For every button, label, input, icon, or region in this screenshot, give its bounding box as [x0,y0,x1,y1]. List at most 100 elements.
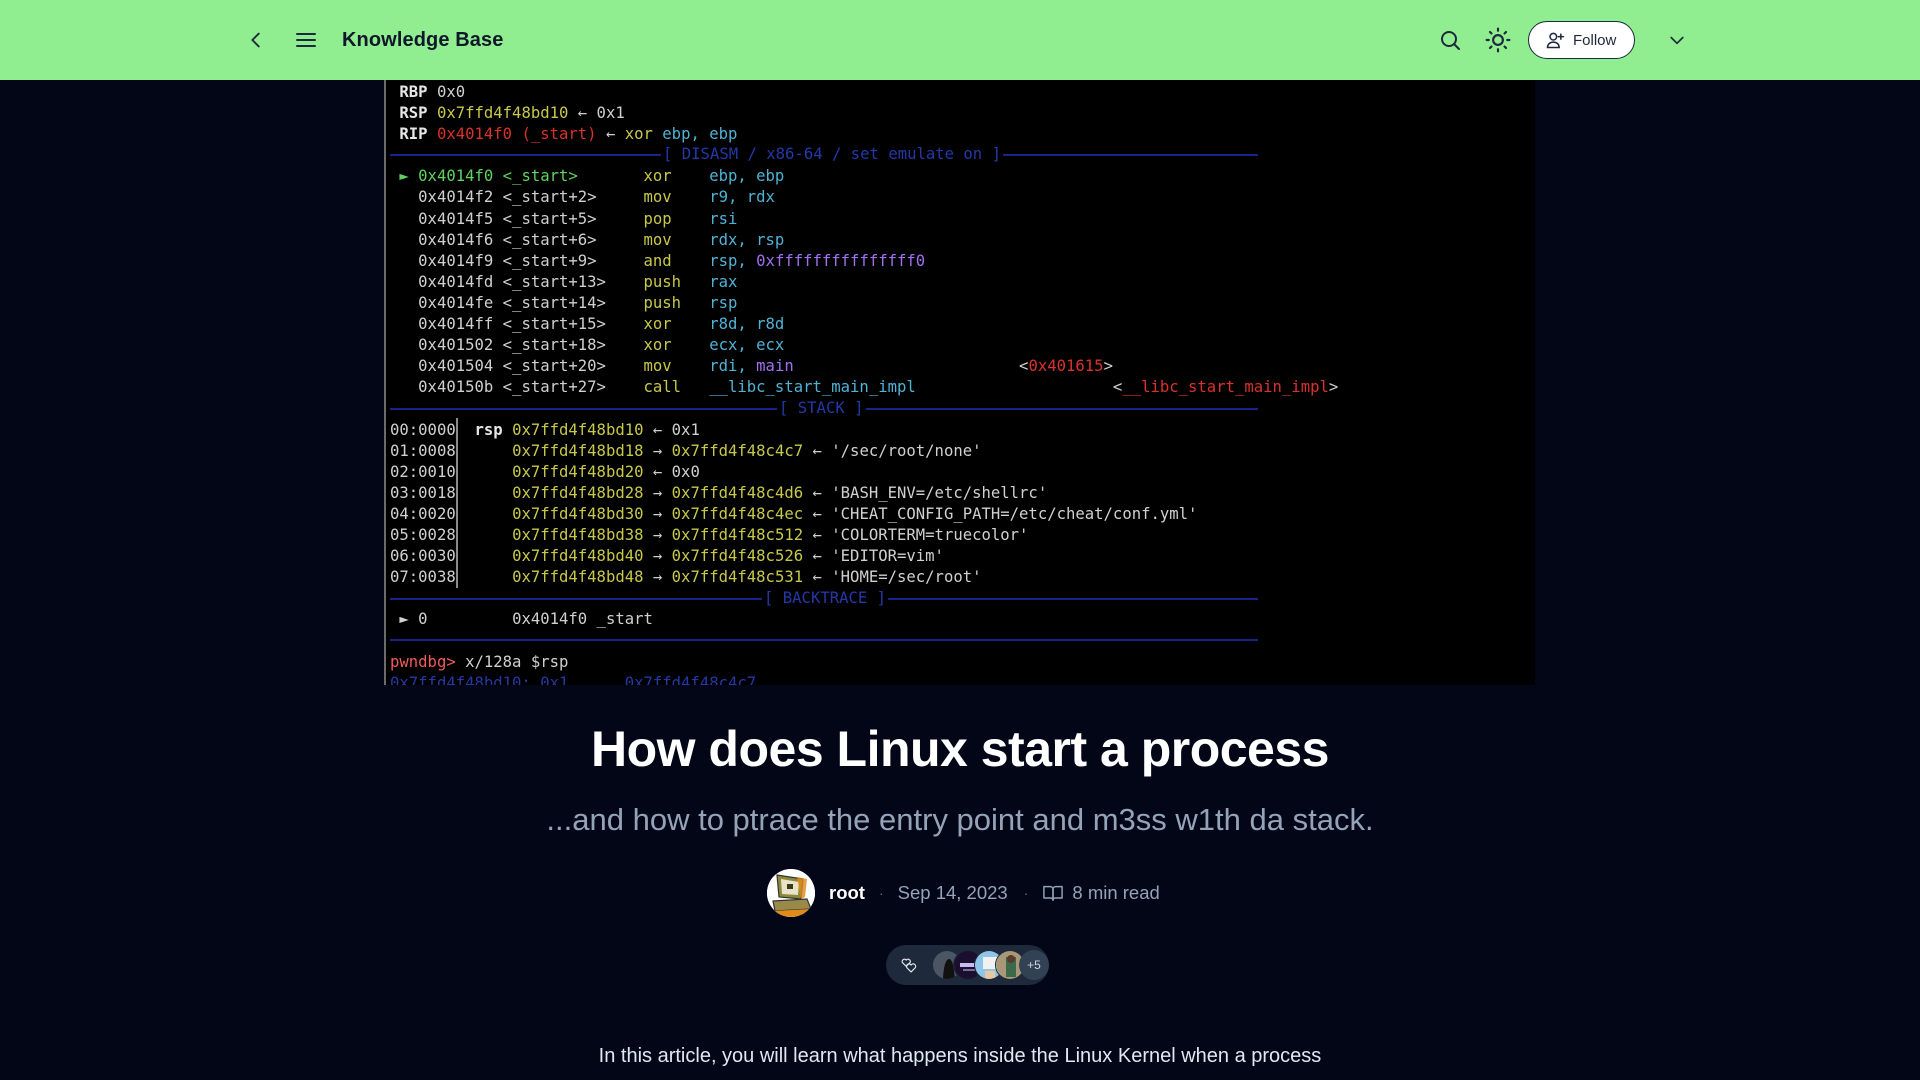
separator-line [390,154,662,156]
arrow: → [643,525,672,544]
arrow: → [643,483,672,502]
article-meta: root · Sep 14, 2023 · 8 min read [767,868,1160,918]
stack-pointer-value: 0x7ffd4f48c526 [671,547,804,566]
book-open-icon [1043,885,1064,901]
current-instruction-marker [390,315,418,333]
stack-row: 01:0008 0x7ffd4f48bd18 → 0x7ffd4f48c4c7 … [390,441,1338,462]
article-title: How does Linux start a process [591,721,1329,777]
disasm-row: 0x4014f9 <_start+9> and rsp, 0xfffffffff… [390,251,1338,272]
instruction-address: 0x4014f6 <_start+6> [418,230,644,249]
reactions-button[interactable]: +5 [886,945,1049,985]
arrow: ← [803,504,832,523]
operands: rsp, [709,251,757,270]
annotation: < [915,378,1123,397]
separator-line [878,598,1258,600]
stack-register [475,526,513,544]
stack-address: 0x7ffd4f48bd28 [512,483,644,502]
article-intro: In this article, you will learn what hap… [598,1045,1322,1067]
command-input: x/128a $rsp [455,652,569,671]
stack-pointer-value: 0x7ffd4f48c4ec [671,504,804,523]
menu-button[interactable] [286,20,326,60]
register-deref: ← 0x1 [568,104,625,123]
back-button[interactable] [236,20,276,60]
mnemonic: mov [643,230,710,249]
instruction-address: 0x4014f9 <_start+9> [418,251,644,270]
author-name[interactable]: root [829,882,865,904]
prompt-row: pwndbg> x/128a $rsp [390,652,1338,673]
current-instruction-marker [390,210,418,228]
cover-image: RBP 0x0 RSP 0x7ffd4f48bd10 ← 0x1 RIP 0x4… [384,80,1535,685]
publish-date: Sep 14, 2023 [897,882,1008,903]
instruction-address: 0x4014f2 <_start+2> [418,188,644,207]
instruction-address: 0x401504 <_start+20> [418,357,644,376]
arrow: ← [803,525,832,544]
stack-row: 05:0028 0x7ffd4f48bd38 → 0x7ffd4f48c512 … [390,525,1338,546]
arrow: ← [643,462,672,481]
stack-value: '/sec/root/none' [831,441,982,460]
stack-offset: 00:0000 [390,420,475,439]
separator-line [984,154,1258,156]
stack-row: 02:0010 0x7ffd4f48bd20 ← 0x0 [390,462,1338,483]
backtrace-section-label: [ BACKTRACE ] [762,588,889,608]
arrow: ← [596,125,625,144]
stack-row: 03:0018 0x7ffd4f48bd28 → 0x7ffd4f48c4d6 … [390,483,1338,504]
mnemonic: call [643,378,710,397]
user-plus-icon [1546,32,1565,49]
stack-offset: 05:0028 [390,525,475,544]
stack-register [475,442,513,460]
chevron-left-icon [251,32,260,48]
operands: ebp, ebp [709,167,785,186]
mnemonic: push [643,293,710,312]
operands: rsi [709,209,738,228]
theme-toggle-button[interactable] [1478,20,1518,60]
current-instruction-marker [390,188,418,206]
arrow: → [643,568,672,587]
stack-section-label: [ STACK ] [777,398,866,418]
immediate: main [756,357,794,376]
mnemonic: and [643,251,710,270]
annotation-target: __libc_start_main_impl [1122,378,1329,397]
separator-line [390,639,1258,641]
sun-icon [1485,27,1511,53]
more-likers-count[interactable]: +5 [1019,950,1049,980]
register-row: RIP 0x4014f0 (_start) ← xor ebp, ebp [390,124,1338,145]
instruction-address: 0x401502 <_start+18> [418,336,644,355]
register-value: 0x7ffd4f48bd10 [436,104,569,123]
annotation: < [793,357,1029,376]
disasm-row: 0x401504 <_start+20> mov rdi, main <0x40… [390,356,1338,377]
operands: rax [709,272,738,291]
command-output-row: 0x7ffd4f48bd10: 0x1 0x7ffd4f48c4c7 [390,673,1338,685]
backtrace-row: ► 0 0x4014f0 _start [390,609,1338,630]
operands: rsp [709,293,738,312]
follow-button[interactable]: Follow [1528,21,1636,59]
instruction-address: 0x4014fd <_start+13> [418,272,644,291]
arrow: → [643,547,672,566]
disasm-row: 0x4014f6 <_start+6> mov rdx, rsp [390,230,1338,251]
separator-line [390,408,778,410]
operands: __libc_start_main_impl [709,378,916,397]
disasm-section-label: [ DISASM / x86-64 / set emulate on ] [661,144,1003,164]
backtrace-entry: 0x4014f0 _start [512,610,653,629]
mnemonic: push [643,272,710,291]
search-button[interactable] [1430,20,1470,60]
disasm-row: 0x401502 <_start+18> xor ecx, ecx [390,335,1338,356]
author-avatar[interactable] [767,869,815,917]
mnemonic: mov [643,188,710,207]
stack-offset: 06:0030 [390,547,475,566]
stack-register [475,505,513,523]
disasm-row: 0x4014fd <_start+13> push rax [390,272,1338,293]
arrow: → [643,441,672,460]
separator-line [864,408,1258,410]
stack-register [475,484,513,502]
more-options-button[interactable] [1657,20,1697,60]
follow-label: Follow [1573,31,1617,49]
current-instruction-marker [390,336,418,354]
register-value: 0x0 [436,83,466,101]
stack-offset: 02:0010 [390,462,475,481]
operands: r9, rdx [709,188,775,207]
stack-row: 07:0038 0x7ffd4f48bd48 → 0x7ffd4f48c531 … [390,567,1338,588]
blog-title[interactable]: Knowledge Base [342,29,503,52]
instruction-address: 0x4014f0 <_start> [418,167,644,186]
current-instruction-marker [390,252,418,270]
top-navbar: Knowledge Base Follow [0,0,1920,80]
